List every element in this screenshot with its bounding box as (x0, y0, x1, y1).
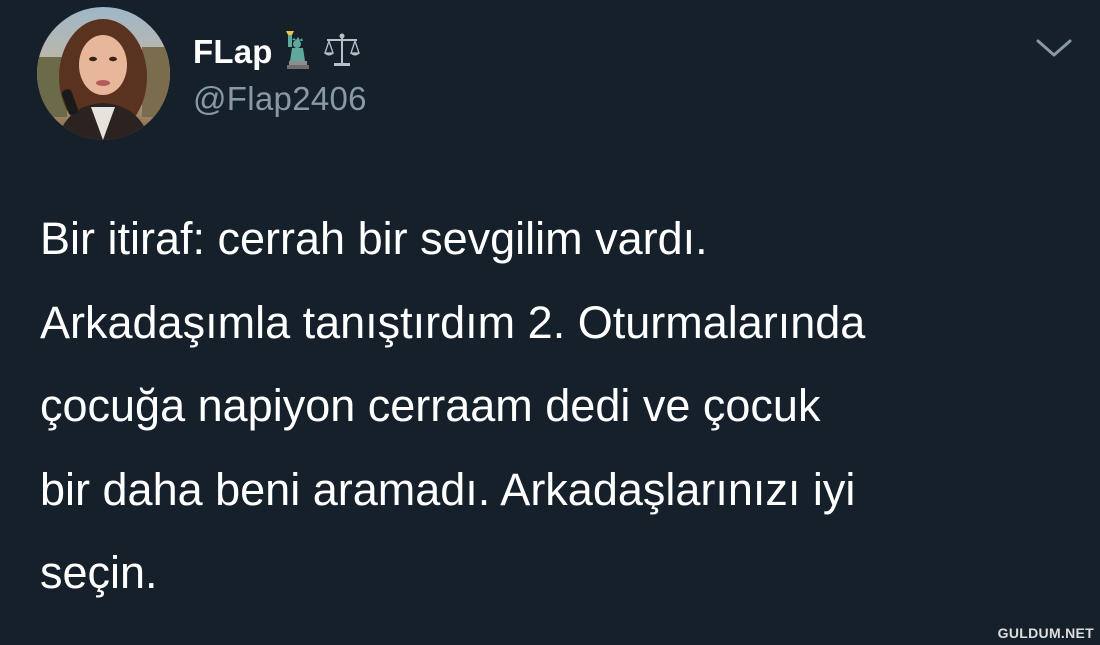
tweet-card: FLap @Flap2406 Bir itiraf: cerrah bir se… (0, 0, 1100, 645)
user-handle[interactable]: @Flap2406 (193, 80, 367, 118)
watermark: GULDUM.NET (997, 625, 1094, 641)
statue-of-liberty-icon (283, 30, 313, 74)
display-name[interactable]: FLap (193, 33, 273, 71)
tweet-line: Bir itiraf: cerrah bir sevgilim vardı. (40, 213, 708, 264)
scales-icon (323, 31, 361, 74)
tweet-text: Bir itiraf: cerrah bir sevgilim vardı. A… (40, 197, 1080, 615)
tweet-line: seçin. (40, 547, 158, 598)
tweet-line: çocuğa napiyon cerraam dedi ve çocuk (40, 380, 821, 431)
avatar[interactable] (37, 7, 170, 140)
chevron-down-icon[interactable] (1034, 36, 1074, 60)
tweet-line: Arkadaşımla tanıştırdım 2. Oturmalarında (40, 296, 866, 348)
tweet-line: bir daha beni aramadı. Arkadaşlarınızı i… (40, 463, 856, 515)
author-name-row: FLap (193, 30, 361, 74)
avatar-image (37, 7, 170, 140)
